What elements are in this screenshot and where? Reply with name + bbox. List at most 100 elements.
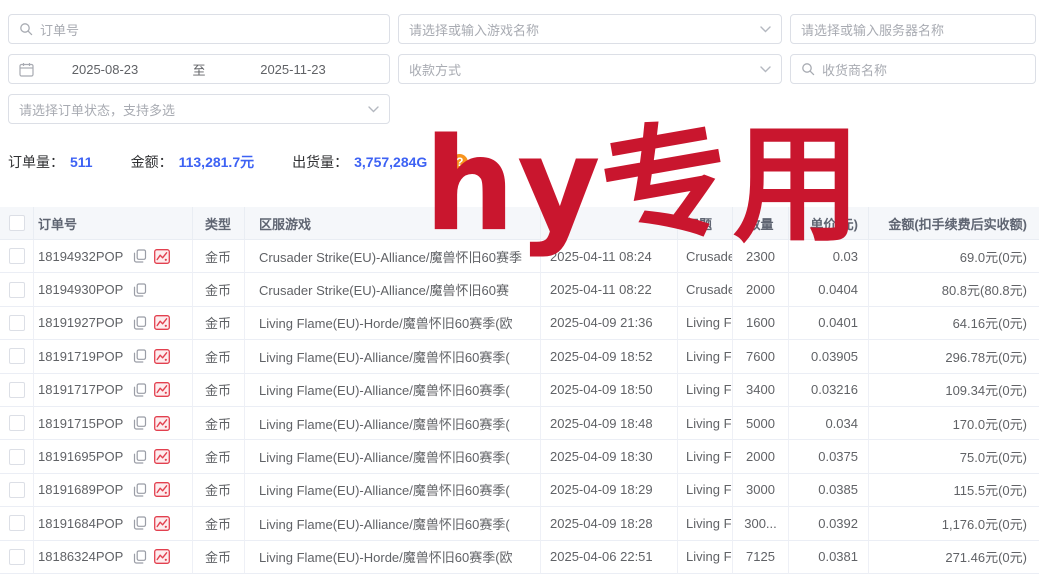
row-checkbox[interactable] <box>9 248 25 264</box>
type-cell: 金币 <box>193 407 245 440</box>
calendar-icon <box>19 62 34 77</box>
summary-bar: 订单量： 511 金额： 113,281.7元 出货量： 3,757,284G … <box>8 152 468 172</box>
unit-price-cell: 0.0401 <box>789 307 869 340</box>
row-checkbox[interactable] <box>9 415 25 431</box>
date-start-value[interactable]: 2025-08-23 <box>41 62 169 77</box>
order-count-label: 订单量： <box>8 152 64 172</box>
order-time-cell: 2025-04-09 18:28 <box>541 507 678 540</box>
table-row: 18186324POP 金币Living Flame(EU)-Horde/魔兽怀旧… <box>0 541 1039 574</box>
game-server-cell: Living Flame(EU)-Horde/魔兽怀旧60赛季(欧 <box>245 541 541 574</box>
image-attachment-icon[interactable] <box>154 315 170 330</box>
type-cell: 金币 <box>193 307 245 340</box>
image-attachment-icon[interactable] <box>154 416 170 431</box>
image-attachment-icon[interactable] <box>154 249 170 264</box>
header-time <box>541 207 678 240</box>
order-number: 18191927POP <box>38 315 123 330</box>
order-number-cell: 18191927POP <box>34 307 193 340</box>
order-number-input[interactable]: 订单号 <box>8 14 390 44</box>
game-server-cell: Living Flame(EU)-Alliance/魔兽怀旧60赛季( <box>245 340 541 373</box>
row-checkbox[interactable] <box>9 382 25 398</box>
title-cell: Crusade <box>678 273 733 306</box>
row-checkbox[interactable] <box>9 549 25 565</box>
row-checkbox[interactable] <box>9 282 25 298</box>
title-cell: Living Fl <box>678 307 733 340</box>
copy-icon[interactable] <box>133 516 147 530</box>
unit-price-cell: 0.034 <box>789 407 869 440</box>
amount-cell: 75.0元(0元) <box>869 440 1039 473</box>
image-attachment-icon[interactable] <box>154 449 170 464</box>
payment-method-placeholder: 收款方式 <box>409 60 461 79</box>
quantity-cell: 1600 <box>733 307 789 340</box>
unit-price-cell: 0.03905 <box>789 340 869 373</box>
order-time-cell: 2025-04-09 18:48 <box>541 407 678 440</box>
image-attachment-icon[interactable] <box>154 482 170 497</box>
image-attachment-icon[interactable] <box>154 549 170 564</box>
order-time-cell: 2025-04-09 18:52 <box>541 340 678 373</box>
row-checkbox[interactable] <box>9 348 25 364</box>
type-cell: 金币 <box>193 374 245 407</box>
table-row: 18191689POP金币Living Flame(EU)-Alliance/魔… <box>0 474 1039 507</box>
date-range-picker[interactable]: 2025-08-23 至 2025-11-23 <box>8 54 390 84</box>
order-time-cell: 2025-04-09 18:30 <box>541 440 678 473</box>
order-time-cell: 2025-04-09 18:50 <box>541 374 678 407</box>
row-checkbox-cell <box>0 541 34 574</box>
header-select-all[interactable] <box>0 207 34 240</box>
copy-icon[interactable] <box>133 249 147 263</box>
row-checkbox[interactable] <box>9 315 25 331</box>
row-checkbox-cell <box>0 407 34 440</box>
order-status-select[interactable]: 请选择订单状态，支持多选 <box>8 94 390 124</box>
title-cell: Living Fl <box>678 507 733 540</box>
row-checkbox[interactable] <box>9 482 25 498</box>
game-server-cell: Living Flame(EU)-Alliance/魔兽怀旧60赛季( <box>245 374 541 407</box>
copy-icon[interactable] <box>133 483 147 497</box>
order-number: 18191719POP <box>38 349 123 364</box>
question-icon[interactable]: ? <box>451 154 468 171</box>
search-icon <box>19 22 33 36</box>
order-time-cell: 2025-04-09 18:29 <box>541 474 678 507</box>
row-checkbox[interactable] <box>9 449 25 465</box>
quantity-cell: 7600 <box>733 340 789 373</box>
row-checkbox-cell <box>0 340 34 373</box>
row-checkbox[interactable] <box>9 515 25 531</box>
copy-icon[interactable] <box>133 383 147 397</box>
shipment-label: 出货量： <box>292 152 348 172</box>
image-attachment-icon[interactable] <box>154 516 170 531</box>
merchant-name-input[interactable]: 收货商名称 <box>790 54 1036 84</box>
game-server-cell: Crusader Strike(EU)-Alliance/魔兽怀旧60赛季 <box>245 240 541 273</box>
unit-price-cell: 0.0385 <box>789 474 869 507</box>
quantity-cell: 2300 <box>733 240 789 273</box>
image-attachment-icon[interactable] <box>154 382 170 397</box>
copy-icon[interactable] <box>133 316 147 330</box>
date-end-value[interactable]: 2025-11-23 <box>229 62 357 77</box>
copy-icon[interactable] <box>133 349 147 363</box>
chevron-down-icon <box>368 106 379 113</box>
copy-icon[interactable] <box>133 550 147 564</box>
title-cell: Living Fl <box>678 474 733 507</box>
game-select[interactable]: 请选择或输入游戏名称 <box>398 14 782 44</box>
order-number: 18186324POP <box>38 549 123 564</box>
copy-icon[interactable] <box>133 283 147 297</box>
amount-cell: 64.16元(0元) <box>869 307 1039 340</box>
game-server-cell: Crusader Strike(EU)-Alliance/魔兽怀旧60赛 <box>245 273 541 306</box>
merchant-name-placeholder: 收货商名称 <box>822 60 887 79</box>
payment-method-select[interactable]: 收款方式 <box>398 54 782 84</box>
table-row: 18194932POP金币Crusader Strike(EU)-Allianc… <box>0 240 1039 273</box>
unit-price-cell: 0.0404 <box>789 273 869 306</box>
image-attachment-icon[interactable] <box>154 349 170 364</box>
server-select[interactable]: 请选择或输入服务器名称 <box>790 14 1036 44</box>
game-server-cell: Living Flame(EU)-Alliance/魔兽怀旧60赛季( <box>245 507 541 540</box>
row-checkbox-cell <box>0 440 34 473</box>
select-all-checkbox[interactable] <box>9 215 25 231</box>
table-body: 18194932POP金币Crusader Strike(EU)-Allianc… <box>0 240 1039 574</box>
title-cell: Crusade <box>678 240 733 273</box>
type-cell: 金币 <box>193 541 245 574</box>
header-game-server: 区服游戏 <box>245 207 541 240</box>
order-number: 18194930POP <box>38 282 123 297</box>
order-number: 18194932POP <box>38 249 123 264</box>
copy-icon[interactable] <box>133 450 147 464</box>
header-qty: 数量 <box>733 207 789 240</box>
copy-icon[interactable] <box>133 416 147 430</box>
table-row: 18191717POP金币Living Flame(EU)-Alliance/魔… <box>0 374 1039 407</box>
order-time-cell: 2025-04-06 22:51 <box>541 541 678 574</box>
row-checkbox-cell <box>0 240 34 273</box>
